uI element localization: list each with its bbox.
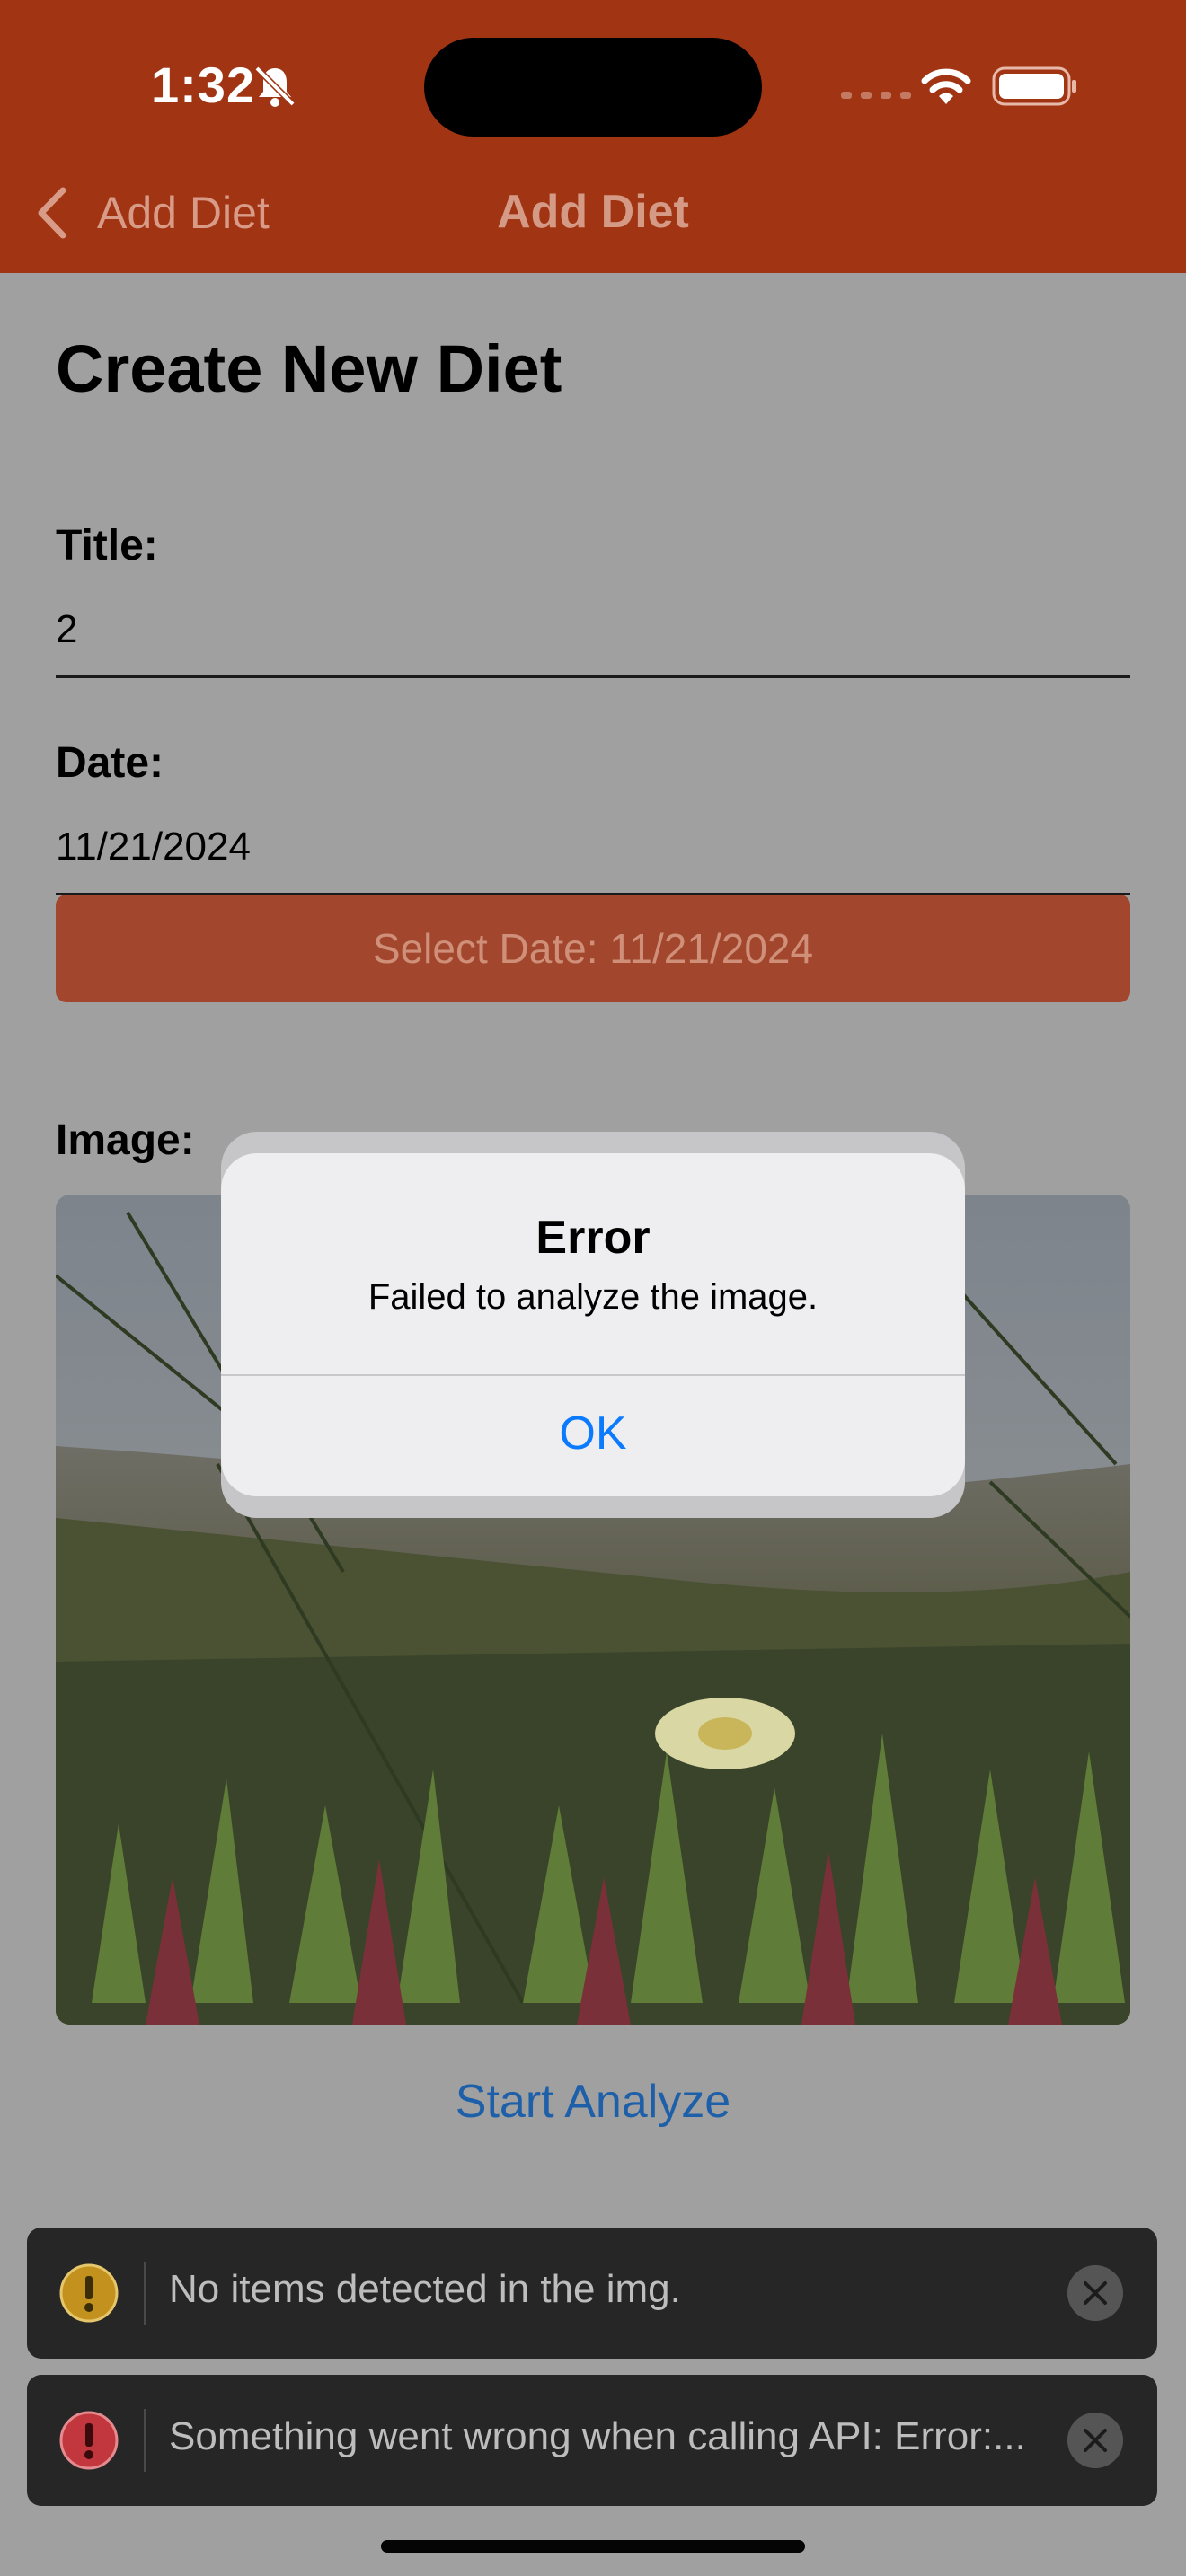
select-date-button[interactable]: Select Date: 11/21/2024: [56, 895, 1130, 1002]
error-toast: Something went wrong when calling API: E…: [27, 2375, 1157, 2506]
error-toast-text: Something went wrong when calling API: E…: [169, 2414, 1026, 2458]
toast-separator: [144, 2409, 146, 2472]
start-analyze-button[interactable]: Start Analyze: [0, 2075, 1186, 2129]
page-title: Create New Diet: [56, 331, 562, 406]
warning-icon: [59, 2263, 119, 2323]
error-alert: Error Failed to analyze the image. OK: [221, 1153, 965, 1496]
title-field[interactable]: 2: [56, 607, 77, 652]
alert-ok-button[interactable]: OK: [221, 1407, 965, 1460]
close-icon[interactable]: [1067, 2413, 1123, 2468]
wifi-icon: [921, 68, 971, 104]
warning-toast: No items detected in the img.: [27, 2228, 1157, 2359]
date-field[interactable]: 11/21/2024: [56, 825, 251, 869]
title-label: Title:: [56, 522, 158, 569]
alert-message: Failed to analyze the image.: [367, 1277, 819, 1317]
alert-divider: [221, 1374, 965, 1376]
status-bar: 1:32: [0, 0, 1186, 144]
toast-separator: [144, 2262, 146, 2325]
title-field-underline: [56, 675, 1130, 678]
close-icon[interactable]: [1067, 2265, 1123, 2321]
battery-icon: [992, 66, 1076, 106]
dynamic-island: [424, 38, 762, 137]
silent-bell-icon: [254, 66, 296, 107]
status-time: 1:32: [151, 57, 256, 113]
date-label: Date:: [56, 739, 164, 787]
cellular-signal-icon: [841, 92, 911, 99]
nav-title: Add Diet: [497, 186, 689, 238]
image-label: Image:: [56, 1116, 195, 1164]
error-icon: [59, 2411, 119, 2470]
home-indicator[interactable]: [381, 2540, 805, 2553]
alert-title: Error: [535, 1212, 651, 1264]
warning-toast-text: No items detected in the img.: [169, 2267, 681, 2311]
